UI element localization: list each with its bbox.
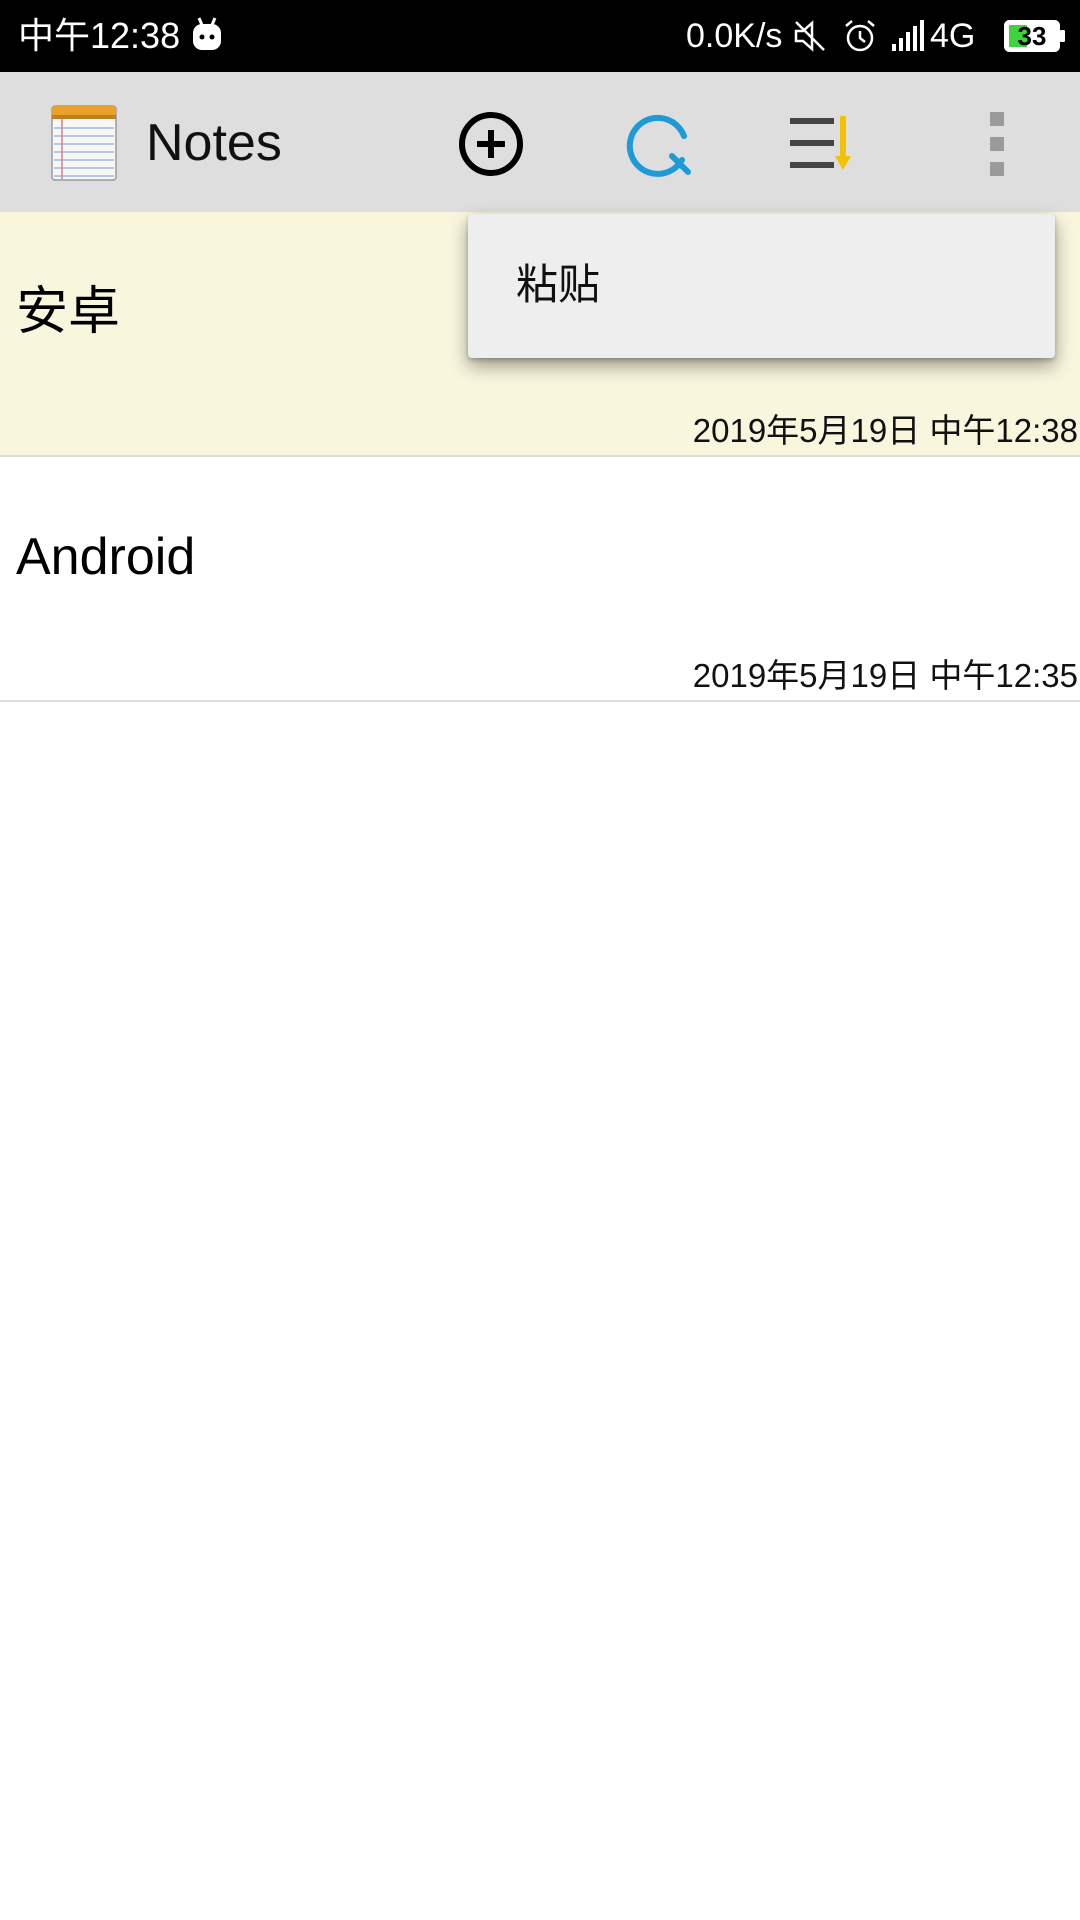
battery-level: 33 [1017, 21, 1047, 51]
list-item[interactable]: Android 2019年5月19日 中午12:35 [0, 457, 1080, 702]
alarm-icon [845, 20, 875, 52]
status-time: 中午12:38 [18, 15, 181, 56]
sort-icon[interactable] [786, 106, 862, 182]
status-bar: 中午12:38 0.0K/s 4G 33 [0, 0, 1080, 72]
popup-menu: 粘贴 [468, 214, 1055, 358]
battery-icon: 33 [1004, 20, 1066, 52]
android-icon [193, 17, 221, 50]
mute-icon [794, 20, 825, 52]
add-circle-icon[interactable] [453, 106, 529, 182]
note-title: Android [16, 528, 196, 586]
notepad-app-icon [51, 105, 117, 181]
note-date: 2019年5月19日 中午12:35 [692, 657, 1078, 694]
note-title: 安卓 [16, 283, 121, 341]
note-date: 2019年5月19日 中午12:38 [692, 412, 1078, 449]
app-title: Notes [146, 114, 282, 172]
action-bar: Notes [0, 72, 1080, 212]
menu-item-paste[interactable]: 粘贴 [516, 258, 600, 312]
search-icon[interactable] [622, 106, 698, 182]
signal-icon [892, 20, 924, 51]
status-net-speed: 0.0K/s [686, 17, 783, 55]
status-network-type: 4G [930, 17, 976, 55]
overflow-menu-icon[interactable] [962, 106, 1032, 182]
